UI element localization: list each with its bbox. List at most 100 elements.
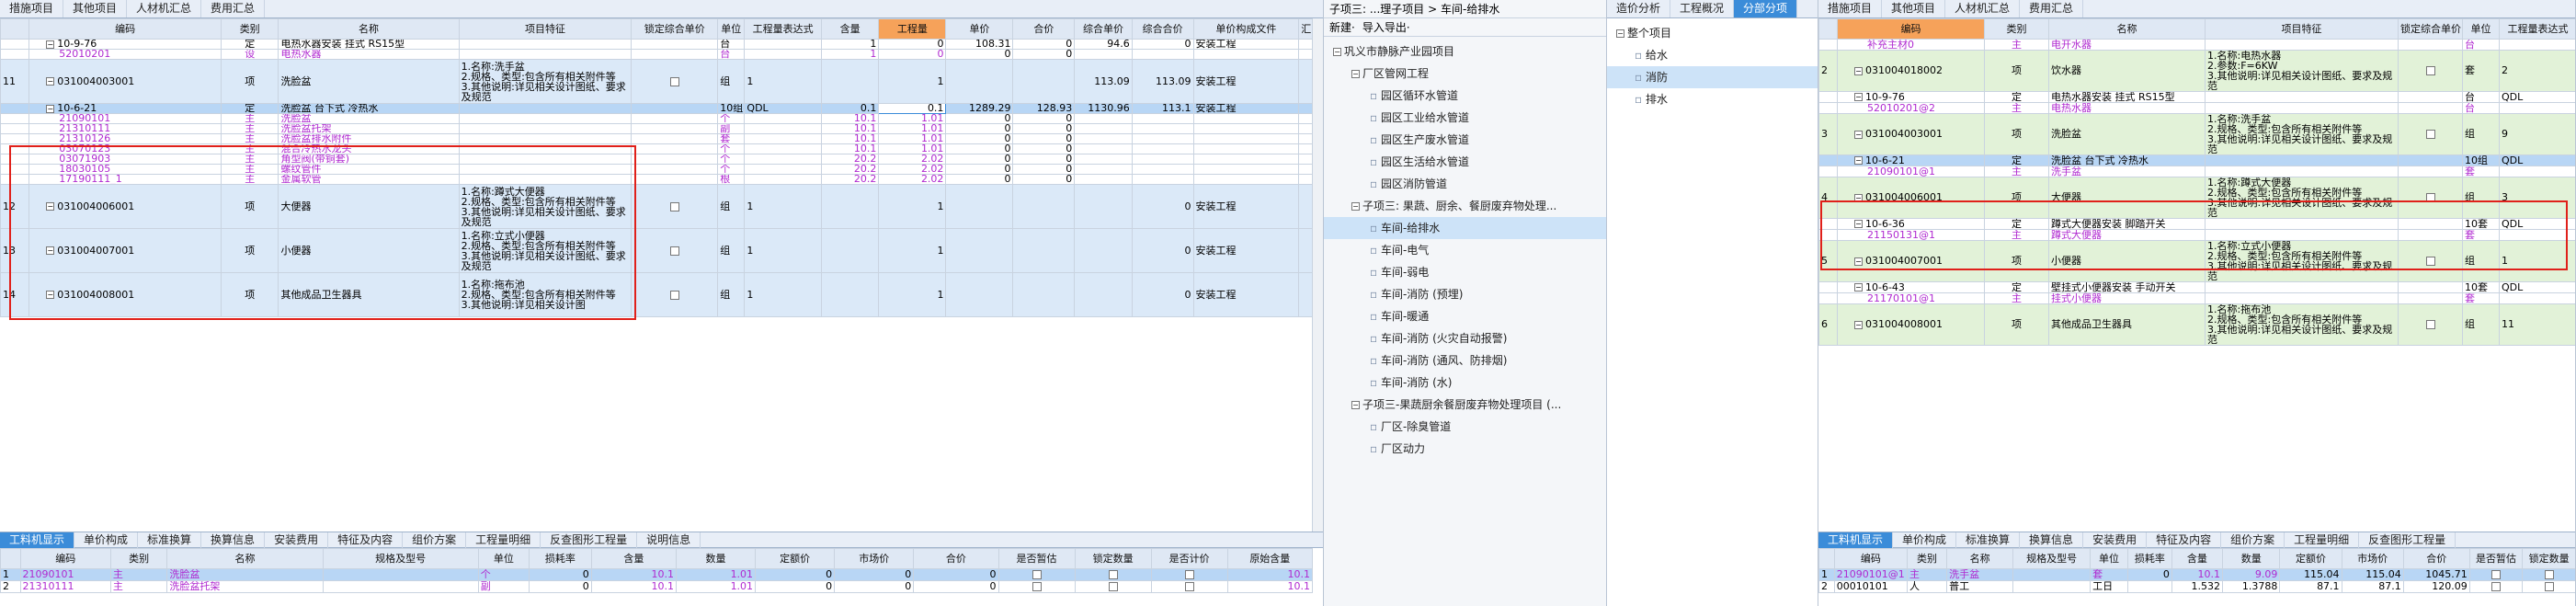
left-header-col-7[interactable]: 含量 (820, 18, 880, 40)
lock-checkbox[interactable] (2425, 66, 2435, 75)
mid-tab-2[interactable]: 分部分项 (1734, 0, 1798, 17)
expression-cell[interactable] (2499, 292, 2575, 304)
division-tree-node-2[interactable]: ▫ 消防 (1607, 66, 1818, 88)
lock-price-cell[interactable] (631, 49, 719, 60)
name-cell[interactable]: 小便器 (278, 228, 460, 273)
right-top-tab-1[interactable]: 其他项目 (1882, 0, 1946, 17)
left-table-row[interactable]: 18030105 主螺纹管件个 20.2 2.02 0 0 (0, 164, 1313, 175)
priced-checkbox-cell[interactable] (1150, 580, 1228, 593)
feature-cell[interactable] (2205, 154, 2399, 166)
toolbar-item-0[interactable]: 新建· (1329, 19, 1355, 35)
code-cell[interactable]: 21090101 (28, 113, 222, 124)
code-cell[interactable]: −10-9-76 (28, 39, 222, 50)
expression-cell[interactable]: QDL (2499, 91, 2575, 103)
expression-cell[interactable]: 1 (744, 59, 822, 104)
name-cell[interactable]: 小便器 (2048, 240, 2206, 282)
right-table-row[interactable]: 21150131@1 主蹲式大便器 套 (1818, 229, 2575, 241)
feature-cell[interactable] (458, 154, 633, 165)
spec-cell[interactable] (322, 568, 479, 581)
left-header-col-3[interactable]: 项目特征 (458, 18, 633, 40)
code-cell[interactable]: −031004007001 (28, 228, 222, 273)
name-cell[interactable]: 洗脸盆托架 (166, 580, 324, 593)
name-cell[interactable]: 电热水器安装 挂式 RS15型 (2048, 91, 2206, 103)
expression-cell[interactable] (2499, 39, 2575, 51)
left-header-col-14[interactable]: 汇 (1298, 18, 1313, 40)
lock-qty-checkbox[interactable] (1108, 570, 1118, 579)
code-cell[interactable]: −031004006001 (28, 184, 222, 229)
quantity-cell[interactable]: 1.01 (878, 143, 947, 154)
right-table-row[interactable]: −10-6-43 定壁挂式小便器安装 手动开关 10套 QDL (1818, 281, 2575, 293)
priced-checkbox[interactable] (1184, 582, 1194, 591)
name-cell[interactable]: 电热水器 (278, 49, 460, 60)
left-vertical-scrollbar[interactable] (1312, 18, 1323, 532)
lock-price-cell[interactable] (2398, 292, 2463, 304)
lock-price-cell[interactable] (2398, 91, 2463, 103)
right-bottom-tab-7[interactable]: 工程量明细 (2285, 532, 2360, 548)
left-header-col-13[interactable]: 单价构成文件 (1192, 18, 1300, 40)
lock-checkbox[interactable] (2425, 320, 2435, 329)
quantity-cell[interactable]: 2.02 (878, 174, 947, 185)
right-bottom-header-col-7[interactable]: 数量 (2222, 548, 2281, 569)
priced-checkbox[interactable] (1184, 570, 1194, 579)
expression-cell[interactable] (744, 133, 822, 144)
expression-cell[interactable] (744, 174, 822, 185)
expression-cell[interactable] (744, 113, 822, 124)
project-tree-node-3[interactable]: ▫ 园区工业给水管道 (1324, 107, 1606, 129)
expression-cell[interactable]: QDL (744, 103, 822, 114)
lock-price-cell[interactable] (631, 143, 719, 154)
left-table-row[interactable]: 21310111 主洗脸盆托架副 10.1 1.01 0 0 (0, 123, 1313, 134)
feature-cell[interactable] (458, 113, 633, 124)
project-tree-node-13[interactable]: ▫ 车间-消防 (火灾自动报警) (1324, 327, 1606, 349)
code-cell[interactable]: 21310111 (19, 580, 111, 593)
lock-qty-checkbox-cell[interactable] (2522, 580, 2575, 593)
right-bottom-header-col-0[interactable]: 编码 (1833, 548, 1908, 569)
lock-qty-checkbox[interactable] (2544, 582, 2554, 591)
project-tree-node-14[interactable]: ▫ 车间-消防 (通风、防排烟) (1324, 349, 1606, 372)
expression-cell[interactable]: 3 (2499, 177, 2575, 219)
spec-cell[interactable] (2012, 568, 2092, 581)
lock-price-cell[interactable] (2398, 177, 2463, 219)
left-bottom-tab-6[interactable]: 组价方案 (403, 532, 467, 548)
feature-cell[interactable] (2205, 218, 2399, 230)
lock-price-cell[interactable] (631, 164, 719, 175)
right-bottom-header-col-11[interactable]: 是否暂估 (2468, 548, 2524, 569)
collapse-toggle-icon[interactable]: − (1854, 320, 1863, 329)
right-bottom-tab-2[interactable]: 标准换算 (1956, 532, 2021, 548)
expression-cell[interactable]: 9 (2499, 113, 2575, 155)
name-cell[interactable]: 大便器 (2048, 177, 2206, 219)
expression-cell[interactable]: QDL (2499, 218, 2575, 230)
right-table-row[interactable]: 5−031004007001 项小便器 1.名称:立式小便器 2.规格、类型:包含所… (1818, 240, 2575, 282)
left-bottom-header-col-14[interactable]: 原始含量 (1226, 548, 1314, 569)
collapse-toggle-icon[interactable]: − (1854, 193, 1863, 202)
left-header-col-4[interactable]: 锁定综合单价 (631, 18, 719, 40)
code-cell[interactable]: 21090101@1 (1833, 568, 1908, 581)
right-bottom-header-col-4[interactable]: 单位 (2090, 548, 2128, 569)
lock-price-cell[interactable] (2398, 218, 2463, 230)
content-cell[interactable]: 10.1 (590, 568, 677, 581)
name-cell[interactable]: 电热水器 (2048, 102, 2206, 114)
project-tree-node-10[interactable]: ▫ 车间-弱电 (1324, 261, 1606, 283)
spec-cell[interactable] (322, 580, 479, 593)
left-table-row[interactable]: −10-6-21 定洗脸盆 台下式 冷热水 10组 QDL 0.1 0.1 1289.29 1… (0, 103, 1313, 114)
left-header-col-6[interactable]: 工程量表达式 (744, 18, 822, 40)
expand-toggle-icon[interactable]: − (1351, 70, 1360, 78)
left-bottom-header-col-6[interactable]: 含量 (590, 548, 677, 569)
collapse-toggle-icon[interactable]: − (46, 77, 55, 86)
collapse-toggle-icon[interactable]: − (1854, 156, 1863, 165)
feature-cell[interactable] (458, 164, 633, 175)
name-cell[interactable]: 洗脸盆 (166, 568, 324, 581)
collapse-toggle-icon[interactable]: − (46, 291, 55, 299)
project-tree-node-11[interactable]: ▫ 车间-消防 (预埋) (1324, 283, 1606, 305)
left-top-tab-3[interactable]: 费用汇总 (201, 0, 266, 17)
right-top-tab-3[interactable]: 费用汇总 (2020, 0, 2084, 17)
right-header-col-3[interactable]: 项目特征 (2205, 18, 2399, 40)
collapse-toggle-icon[interactable]: − (1854, 283, 1863, 292)
lock-price-cell[interactable] (2398, 229, 2463, 241)
lock-price-cell[interactable] (2398, 154, 2463, 166)
left-header-col-5[interactable]: 单位 (717, 18, 746, 40)
feature-cell[interactable] (2205, 39, 2399, 51)
feature-cell[interactable] (2205, 91, 2399, 103)
left-header-col-9[interactable]: 单价 (945, 18, 1014, 40)
collapse-toggle-icon[interactable]: − (1854, 257, 1863, 266)
code-cell[interactable]: 00010101 (1833, 580, 1908, 593)
